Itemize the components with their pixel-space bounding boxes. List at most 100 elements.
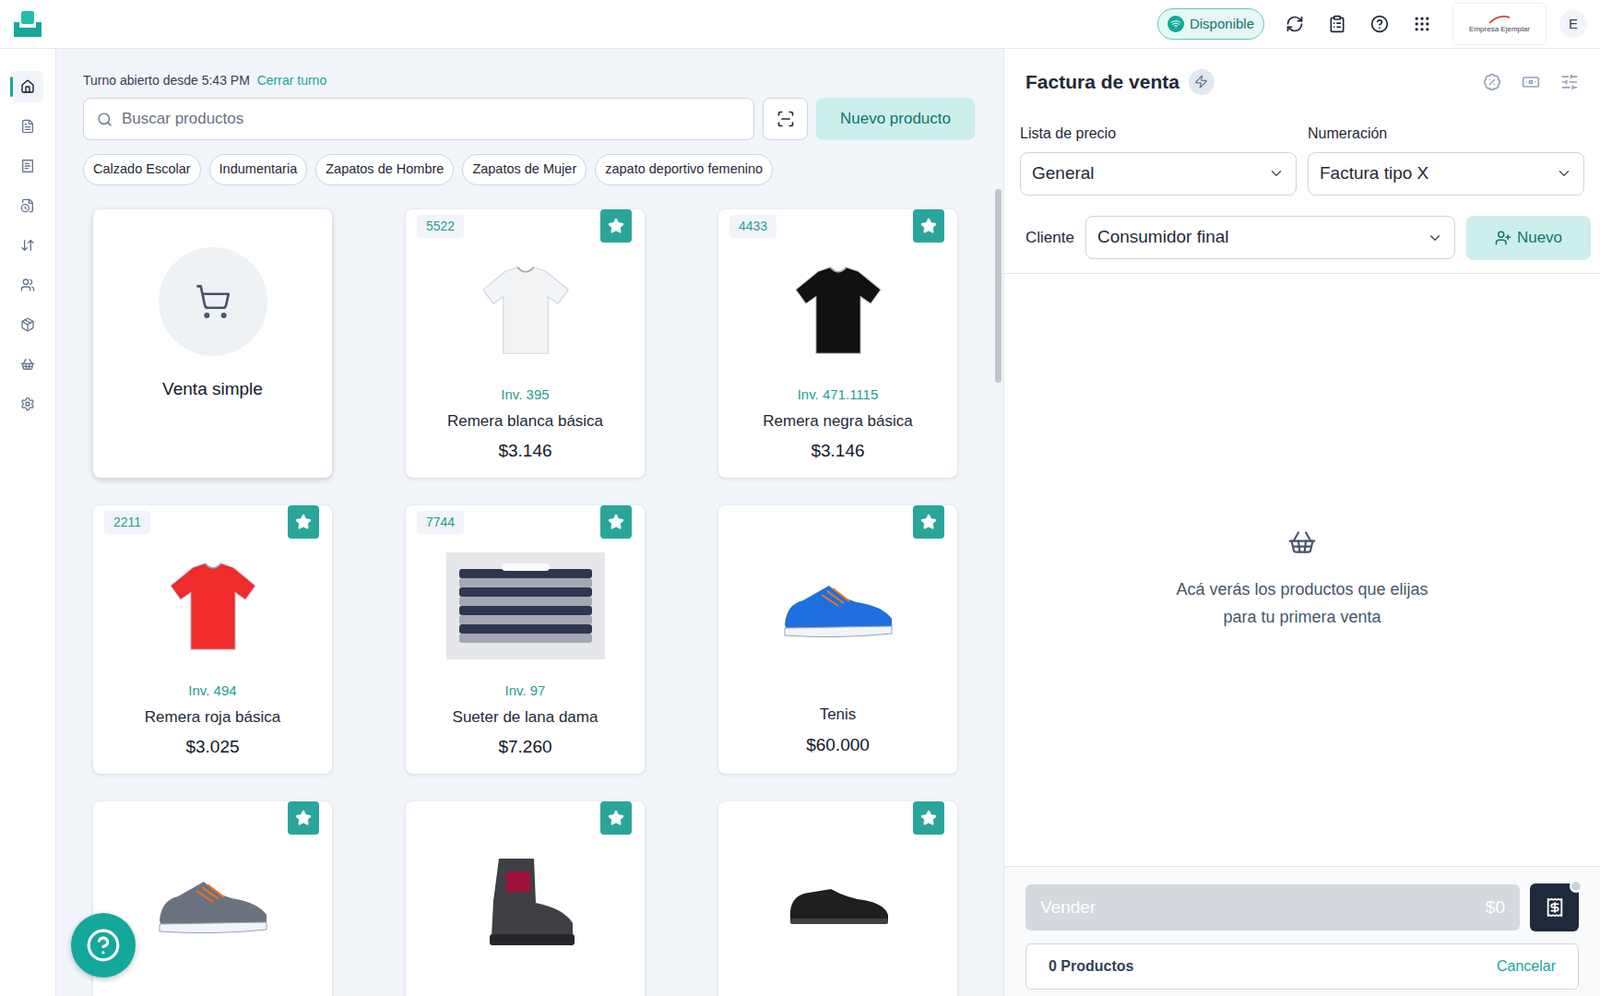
new-product-button[interactable]: Nuevo producto <box>816 97 975 141</box>
favorite-badge[interactable] <box>600 209 632 243</box>
sell-button: Vender$0 <box>1025 884 1520 931</box>
favorite-badge[interactable] <box>912 801 945 835</box>
client-select[interactable]: Consumidor final <box>1085 215 1456 260</box>
discount-icon[interactable] <box>1482 72 1502 92</box>
product-image <box>93 545 332 666</box>
product-image <box>718 841 958 962</box>
wifi-icon <box>1170 18 1182 30</box>
product-price: $60.000 <box>805 732 870 759</box>
favorite-badge[interactable] <box>287 505 320 539</box>
receipt-icon <box>1544 897 1565 918</box>
favorite-badge[interactable] <box>600 801 632 835</box>
tshirt-icon <box>787 259 889 361</box>
favorite-badge[interactable] <box>912 209 945 243</box>
avatar[interactable]: E <box>1559 10 1588 38</box>
star-icon <box>607 809 625 827</box>
shift-info: Turno abierto desde 5:43 PM Cerrar turno <box>82 71 975 91</box>
product-card[interactable]: 7744Inv. 97Sueter de lana dama$7.260 <box>405 505 645 774</box>
sidebar-icon <box>20 277 36 293</box>
product-card[interactable] <box>93 801 332 996</box>
favorite-badge[interactable] <box>600 505 632 539</box>
catalog: Turno abierto desde 5:43 PM Cerrar turno… <box>56 48 1004 996</box>
close-shift-link[interactable]: Cerrar turno <box>257 72 327 88</box>
category-chip[interactable]: zapato deportivo femenino <box>594 154 773 186</box>
sidebar-icon <box>20 356 36 372</box>
scrollbar-thumb[interactable] <box>995 189 1002 383</box>
quick-mode-button[interactable] <box>1188 69 1215 95</box>
sneaker-icon <box>148 855 278 949</box>
product-image <box>718 249 958 370</box>
category-chip[interactable]: Calzado Escolar <box>82 154 202 186</box>
product-card[interactable]: Tenis$60.000 <box>718 505 958 774</box>
product-card[interactable]: 5522Inv. 395Remera blanca básica$3.146 <box>405 209 645 478</box>
product-card[interactable]: 4433Inv. 471.1115Remera negra básica$3.1… <box>718 209 958 478</box>
star-icon <box>295 809 312 827</box>
product-code: 4433 <box>729 214 777 238</box>
topbar-button[interactable] <box>1273 2 1316 46</box>
topbar-button[interactable] <box>1315 2 1359 46</box>
sidebar-item[interactable] <box>0 145 56 186</box>
product-code: 5522 <box>416 214 464 238</box>
product-name: Remera negra básica <box>755 409 921 434</box>
help-button[interactable] <box>71 912 136 978</box>
status-pill[interactable]: Disponible <box>1157 8 1265 41</box>
favorite-badge[interactable] <box>287 801 320 835</box>
cancel-button[interactable]: Cancelar <box>1496 955 1556 978</box>
category-chip[interactable]: Zapatos de Mujer <box>462 154 587 186</box>
topbar-button[interactable] <box>1358 2 1401 46</box>
scan-button[interactable] <box>762 97 808 141</box>
cart-icon <box>194 283 232 320</box>
apps-icon <box>1412 14 1432 34</box>
tshirt-icon <box>474 259 577 361</box>
top-bar: Disponible Empresa Ejemplar E <box>0 0 1600 49</box>
sidebar-item[interactable] <box>0 66 56 107</box>
product-code: 2211 <box>104 510 151 534</box>
product-code: 7744 <box>416 510 464 534</box>
new-client-button[interactable]: Nuevo <box>1466 215 1591 261</box>
product-card[interactable]: 2211Inv. 494Remera roja básica$3.025 <box>93 505 332 774</box>
invoice-title: Factura de venta <box>1025 67 1180 97</box>
sidebar-item[interactable] <box>0 383 56 424</box>
sidebar-icon <box>20 118 36 134</box>
empty-cart: Acá verás los productos que elijaspara t… <box>1004 273 1600 867</box>
numbering-label: Numeración <box>1307 122 1585 145</box>
company-mark-icon <box>1485 13 1514 25</box>
sidebar-item[interactable] <box>0 185 56 226</box>
settings-icon[interactable] <box>1560 72 1579 92</box>
product-image <box>405 841 645 962</box>
product-card[interactable] <box>405 801 645 996</box>
price-list-select[interactable]: General <box>1019 152 1297 196</box>
cash-icon[interactable] <box>1521 72 1541 92</box>
product-name: Sueter de lana dama <box>445 705 606 730</box>
quick-sale-card[interactable]: Venta simple <box>93 209 332 478</box>
chevron-down-icon <box>1268 165 1285 182</box>
clipboard-icon <box>1327 14 1347 34</box>
product-name: Remera roja básica <box>137 705 288 730</box>
favorite-badge[interactable] <box>912 505 945 539</box>
help-icon <box>85 927 121 963</box>
product-price: $3.025 <box>185 734 239 761</box>
sidebar-item[interactable] <box>0 304 56 344</box>
receipt-button[interactable] <box>1529 883 1579 932</box>
topbar-button[interactable] <box>1400 2 1444 46</box>
search-field[interactable]: Buscar productos <box>82 97 755 141</box>
sidebar-item[interactable] <box>0 225 56 265</box>
category-chip[interactable]: Indumentaria <box>209 154 309 186</box>
sidebar-item[interactable] <box>0 106 56 146</box>
product-card[interactable] <box>718 801 958 996</box>
sidebar-item[interactable] <box>0 264 56 305</box>
star-icon <box>295 513 312 531</box>
dress-shoe-icon <box>782 865 894 939</box>
company-logo[interactable]: Empresa Ejemplar <box>1452 2 1547 46</box>
cart-summary: 0 ProductosCancelar <box>1025 943 1579 990</box>
numbering-select[interactable]: Factura tipo X <box>1307 152 1585 196</box>
sidebar-item[interactable] <box>0 343 56 384</box>
category-chip[interactable]: Zapatos de Hombre <box>315 154 454 186</box>
star-icon <box>920 809 937 827</box>
product-price: $3.146 <box>497 438 552 465</box>
product-grid: Venta simple 5522Inv. 395Remera blanca bá… <box>93 209 958 996</box>
tshirt-icon <box>162 555 264 657</box>
logo-icon[interactable] <box>11 9 44 39</box>
sidebar-icon <box>20 237 36 253</box>
star-icon <box>607 217 625 235</box>
